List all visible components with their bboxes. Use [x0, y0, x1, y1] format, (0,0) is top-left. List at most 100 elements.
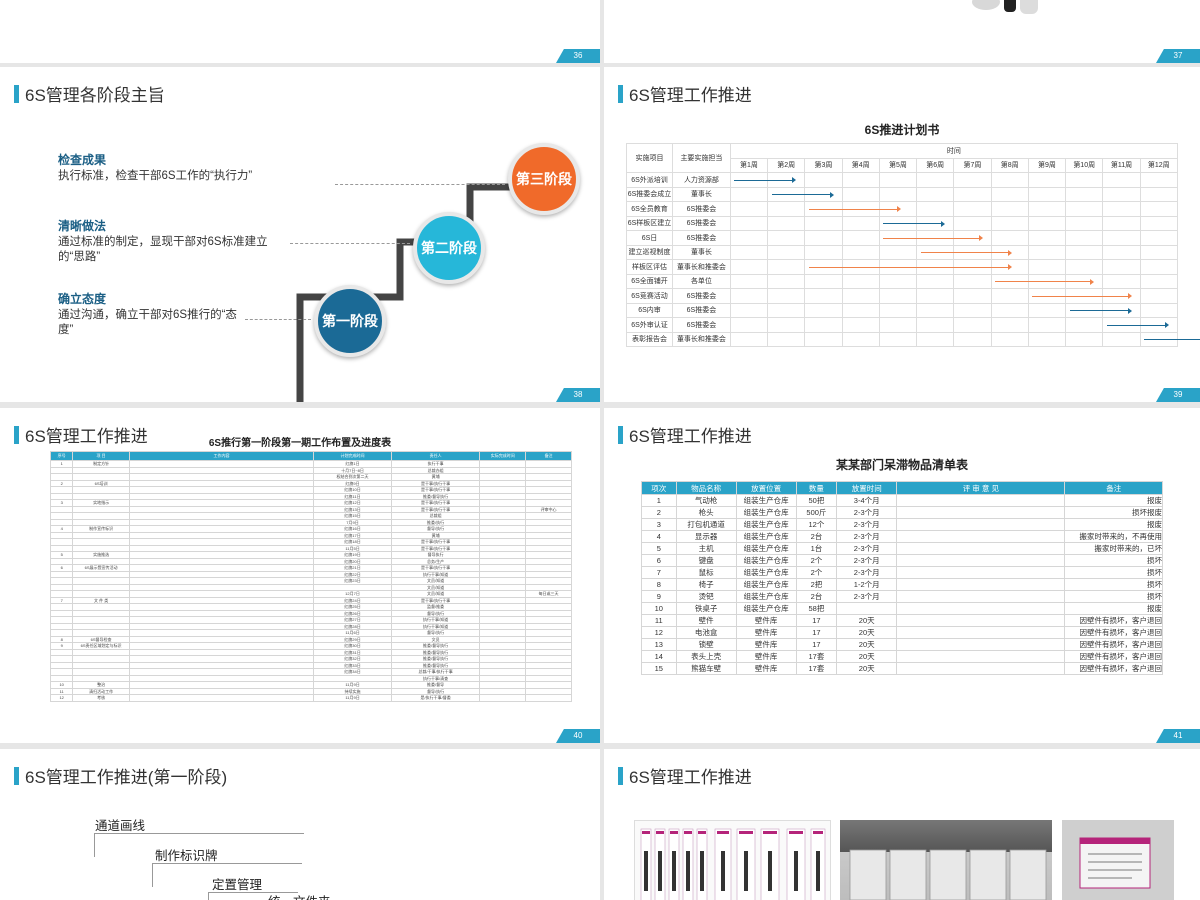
week-cell: [1139, 302, 1179, 318]
week-cell: [878, 331, 918, 347]
week-cell: [1102, 172, 1141, 188]
circle-label: 阶段: [449, 240, 477, 256]
col-header: 实际完成时间: [479, 451, 527, 461]
photo-nameplate: [1062, 820, 1174, 900]
table-cell: [128, 694, 315, 702]
week-cell: [729, 288, 769, 304]
table-row: 15 熊猫车壁 壁件库 17套 20天 因壁件有损坏，客户退回: [641, 662, 1163, 675]
connector-line: [290, 243, 410, 244]
week-cell: [1027, 273, 1067, 289]
col-header: 评 审 意 见: [896, 481, 1066, 495]
table-cell: 2台: [795, 530, 838, 543]
table-cell: 报废: [1064, 602, 1163, 615]
slide-37: 37: [604, 0, 1200, 63]
tree-connector: [152, 863, 302, 864]
table-cell: 搬家时带来的，已坏: [1064, 542, 1163, 555]
table-cell: 20天: [836, 626, 898, 639]
week-header: 第8周: [990, 157, 1029, 173]
nameplate-graphic: [1079, 837, 1151, 889]
week-cell: [1102, 331, 1141, 347]
sign-cards-graphic: [640, 828, 826, 900]
table-cell: [896, 650, 1066, 663]
plan-owner: 董事长: [672, 186, 731, 202]
stage-heading: 确立态度: [58, 292, 107, 306]
table-cell: 显示器: [675, 530, 737, 543]
week-cell: [878, 186, 918, 202]
table-row: 14 表头上壳 壁件库 17套 20天 因壁件有损坏，客户退回: [641, 650, 1163, 663]
table-row: 5 主机 组装生产仓库 1台 2-3个月 搬家时带来的，已坏: [641, 542, 1163, 555]
col-header: 项 目: [72, 451, 130, 461]
figure-illustration: [972, 0, 1038, 14]
col-header: 计划完成时间: [313, 451, 392, 461]
slide-38: 6S管理各阶段主旨 第三 阶段 第二 阶段 第一 阶段 检查成果 执行标准，检查干部6…: [0, 67, 600, 402]
week-header: 第1周: [729, 157, 769, 173]
week-cell: [1139, 244, 1179, 260]
plan-owner: 6S推委会: [672, 201, 731, 217]
week-cell: [1027, 172, 1067, 188]
table-cell: [896, 530, 1066, 543]
stage-heading: 检查成果: [58, 153, 107, 167]
week-cell: [990, 201, 1029, 217]
table-cell: 12个: [795, 518, 838, 531]
week-cell: [841, 172, 880, 188]
table-cell: 组装生产仓库: [735, 578, 797, 591]
week-cell: [804, 215, 843, 231]
slide-title: 6S管理工作推进: [618, 81, 752, 106]
col-header: 备注: [1064, 481, 1163, 495]
table-cell: 2个: [795, 554, 838, 567]
week-cell: [916, 317, 955, 333]
week-cell: [1065, 302, 1104, 318]
week-cell: [1139, 201, 1179, 217]
table-row: 11 壁件 壁件库 17 20天 因壁件有损坏，客户退回: [641, 614, 1163, 627]
table-cell: 2-3个月: [836, 518, 898, 531]
slide-title: 6S管理工作推进(第一阶段): [14, 763, 227, 788]
plan-item: 6S日: [625, 230, 674, 246]
plan-row: 6S日 6S推委会: [625, 230, 1179, 246]
week-header: 第3周: [804, 157, 843, 173]
week-cell: [878, 201, 918, 217]
table-cell: 2个: [795, 566, 838, 579]
week-cell: [1027, 317, 1067, 333]
cabinet-graphic: [849, 849, 1047, 900]
week-cell: [729, 172, 769, 188]
table-cell: 组装生产仓库: [735, 506, 797, 519]
week-cell: [1065, 273, 1104, 289]
table-row: 6 键盘 组装生产仓库 2个 2-3个月 损坏: [641, 554, 1163, 567]
week-cell: [804, 317, 843, 333]
table-cell: 报废: [1064, 518, 1163, 531]
table-cell: 6S责任区域划定与标识: [72, 642, 130, 650]
table-row: 2 枪头 组装生产仓库 500斤 2-3个月 损坏报废: [641, 506, 1163, 519]
table-cell: [479, 694, 527, 702]
table-cell: 因壁件有损坏，客户退回: [1064, 626, 1163, 639]
week-cell: [767, 230, 806, 246]
week-cell: [878, 302, 918, 318]
table-cell: 因壁件有损坏，客户退回: [1064, 662, 1163, 675]
week-header: 第7周: [953, 157, 992, 173]
col-time-header: 时间: [729, 143, 1179, 159]
table-row: 1 气动枪 组装生产仓库 50把 3-4个月 报废: [641, 494, 1163, 507]
week-cell: [1102, 317, 1141, 333]
week-cell: [841, 201, 880, 217]
table-cell: 组装生产仓库: [735, 602, 797, 615]
table-cell: 10: [641, 602, 677, 615]
week-cell: [767, 302, 806, 318]
week-header: 第2周: [767, 157, 806, 173]
week-cell: [767, 201, 806, 217]
table-heading: 某某部门呆滞物品清单表: [835, 458, 968, 472]
table-cell: 17套: [795, 662, 838, 675]
week-cell: [804, 172, 843, 188]
table-cell: 电池盒: [675, 626, 737, 639]
week-cell: [841, 331, 880, 347]
week-cell: [878, 244, 918, 260]
week-cell: [804, 288, 843, 304]
table-cell: 键盘: [675, 554, 737, 567]
table-cell: 壁件库: [735, 650, 797, 663]
week-cell: [953, 186, 992, 202]
table-row: 4 显示器 组装生产仓库 2台 2-3个月 搬家时带来的，不再使用: [641, 530, 1163, 543]
week-cell: [804, 186, 843, 202]
slide-42: 6S管理工作推进(第一阶段) 通道画线 制作标识牌 定置管理 统一文件夹: [0, 749, 600, 900]
week-cell: [1065, 317, 1104, 333]
tree-item: 定置管理: [212, 878, 263, 892]
table-row: 3 打包机通道 组装生产仓库 12个 2-3个月 报废: [641, 518, 1163, 531]
tree-connector: [152, 863, 153, 887]
